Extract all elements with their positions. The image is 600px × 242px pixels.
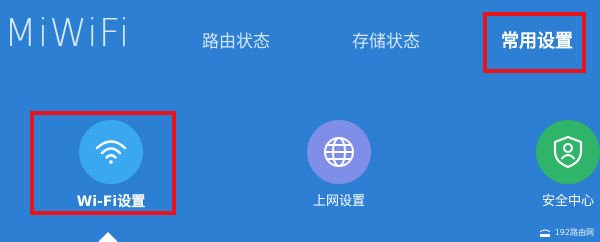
- internet-settings-circle[interactable]: [307, 120, 371, 184]
- miwifi-logo: MiWiFi: [4, 11, 131, 55]
- security-center-circle[interactable]: [536, 120, 600, 184]
- shield-user-icon: [553, 135, 583, 169]
- highlight-box-nav: [483, 12, 586, 73]
- globe-icon: [324, 137, 354, 167]
- internet-settings-tile[interactable]: 上网设置: [299, 120, 379, 210]
- security-center-tile[interactable]: 安全中心: [528, 120, 600, 210]
- watermark-text: 192路由网: [554, 228, 594, 237]
- security-center-label: 安全中心: [541, 194, 594, 209]
- watermark: 192路由网: [538, 227, 594, 238]
- nav-router-status[interactable]: 路由状态: [202, 30, 270, 54]
- selection-pointer: [98, 232, 118, 242]
- internet-settings-label: 上网设置: [312, 194, 365, 209]
- highlight-box-wifi: [30, 111, 176, 215]
- router-icon: [539, 229, 551, 237]
- nav-storage-status[interactable]: 存储状态: [352, 30, 420, 54]
